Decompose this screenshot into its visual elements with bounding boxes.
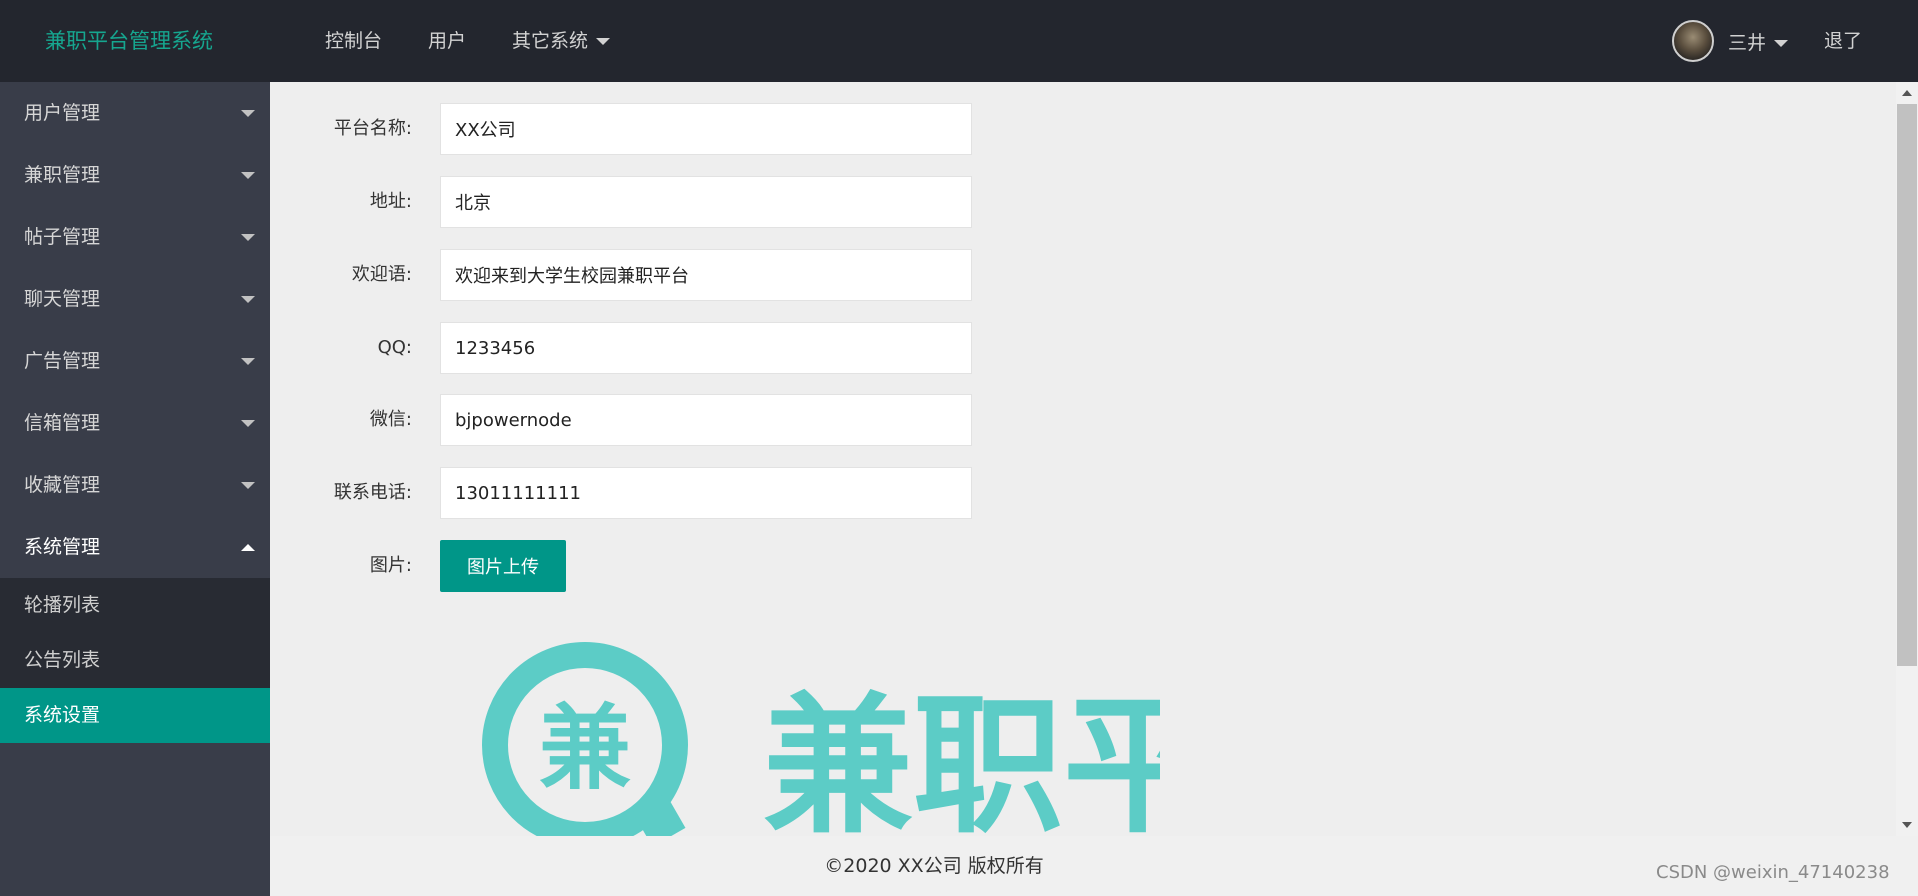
chevron-down-icon: [241, 420, 255, 427]
sidebar-subitem-carousel-list[interactable]: 轮播列表: [0, 578, 270, 633]
phone-input[interactable]: [440, 467, 972, 519]
sidebar-item-label: 帖子管理: [24, 226, 101, 248]
avatar[interactable]: [1672, 20, 1714, 62]
sidebar: 用户管理 兼职管理 帖子管理 聊天管理 广告管理 信箱管理 收藏管理 系统管理 …: [0, 82, 270, 896]
sidebar-item-label: 信箱管理: [24, 412, 101, 434]
chevron-down-icon: [241, 482, 255, 489]
top-header: 兼职平台管理系统 控制台 用户 其它系统 三井 退了: [0, 0, 1918, 82]
nav-users-label: 用户: [428, 30, 467, 52]
image-label: 图片:: [369, 555, 412, 576]
form-row-phone: 联系电话:: [270, 467, 1070, 519]
username-label: 三井: [1728, 31, 1767, 54]
sidebar-item-label: 系统管理: [24, 536, 101, 558]
sidebar-subitem-system-settings[interactable]: 系统设置: [0, 688, 270, 743]
sidebar-item-label: 聊天管理: [24, 288, 101, 310]
sidebar-item-favorites-management[interactable]: 收藏管理: [0, 454, 270, 516]
welcome-input[interactable]: [440, 249, 972, 301]
sidebar-item-post-management[interactable]: 帖子管理: [0, 206, 270, 268]
form-row-qq: QQ:: [270, 322, 1070, 374]
phone-label: 联系电话:: [333, 482, 412, 503]
username[interactable]: 三井: [1728, 28, 1789, 55]
sidebar-item-mailbox-management[interactable]: 信箱管理: [0, 392, 270, 454]
sidebar-item-label: 广告管理: [24, 350, 101, 372]
scroll-thumb[interactable]: [1897, 104, 1917, 666]
nav-console[interactable]: 控制台: [302, 0, 405, 82]
form-row-welcome: 欢迎语:: [270, 249, 1070, 301]
sidebar-item-label: 收藏管理: [24, 474, 101, 496]
app-logo[interactable]: 兼职平台管理系统: [45, 0, 213, 82]
qq-input[interactable]: [440, 322, 972, 374]
sidebar-item-system-management[interactable]: 系统管理: [0, 516, 270, 578]
user-menu[interactable]: 三井: [1672, 20, 1789, 62]
wechat-label: 微信:: [369, 409, 412, 430]
image-upload-button[interactable]: 图片上传: [440, 540, 566, 592]
form-row-image: 图片: 图片上传: [270, 540, 1070, 592]
address-label: 地址:: [369, 191, 412, 212]
copyright-text: ©2020 XX公司 版权所有: [824, 855, 1044, 877]
form-row-wechat: 微信:: [270, 394, 1070, 446]
qq-label: QQ:: [377, 337, 412, 358]
chevron-down-icon: [241, 234, 255, 241]
form-row-address: 地址:: [270, 176, 1070, 228]
platform-banner-image: 兼 兼职平台: [480, 640, 1160, 836]
sidebar-item-job-management[interactable]: 兼职管理: [0, 144, 270, 206]
main-content: 平台名称: 地址: 欢迎语: QQ: 微信: 联系电话: 图片: 图片上传 兼 …: [270, 82, 1898, 836]
chevron-down-icon: [241, 110, 255, 117]
nav-users[interactable]: 用户: [405, 0, 489, 82]
page-footer: ©2020 XX公司 版权所有: [270, 836, 1898, 896]
sidebar-subitem-notice-list[interactable]: 公告列表: [0, 633, 270, 688]
sidebar-item-ad-management[interactable]: 广告管理: [0, 330, 270, 392]
logout-link[interactable]: 退了: [1824, 0, 1862, 82]
wechat-input[interactable]: [440, 394, 972, 446]
chevron-down-icon: [1774, 39, 1789, 47]
scroll-down-arrow-icon[interactable]: [1902, 822, 1912, 828]
sidebar-item-user-management[interactable]: 用户管理: [0, 82, 270, 144]
chevron-down-icon: [241, 358, 255, 365]
sidebar-item-label: 用户管理: [24, 102, 101, 124]
welcome-label: 欢迎语:: [351, 264, 412, 285]
form-row-platform-name: 平台名称:: [270, 103, 1070, 155]
watermark-text: CSDN @weixin_47140238: [1656, 862, 1890, 883]
vertical-scrollbar[interactable]: [1896, 82, 1918, 836]
chevron-up-icon: [241, 544, 255, 551]
nav-other-systems[interactable]: 其它系统: [489, 0, 633, 82]
chevron-down-icon: [596, 38, 611, 45]
platform-name-label: 平台名称:: [333, 118, 412, 139]
address-input[interactable]: [440, 176, 972, 228]
chevron-down-icon: [241, 172, 255, 179]
platform-name-input[interactable]: [440, 103, 972, 155]
top-nav: 控制台 用户 其它系统: [302, 0, 633, 82]
sidebar-item-chat-management[interactable]: 聊天管理: [0, 268, 270, 330]
chevron-down-icon: [241, 296, 255, 303]
nav-console-label: 控制台: [325, 30, 383, 52]
banner-logo-char: 兼: [539, 695, 631, 802]
nav-other-systems-label: 其它系统: [512, 30, 589, 52]
system-submenu: 轮播列表 公告列表 系统设置: [0, 578, 270, 743]
scroll-up-arrow-icon[interactable]: [1902, 90, 1912, 96]
banner-svg: 兼 兼职平台: [482, 642, 1160, 836]
banner-title: 兼职平台: [763, 680, 1160, 836]
sidebar-item-label: 兼职管理: [24, 164, 101, 186]
